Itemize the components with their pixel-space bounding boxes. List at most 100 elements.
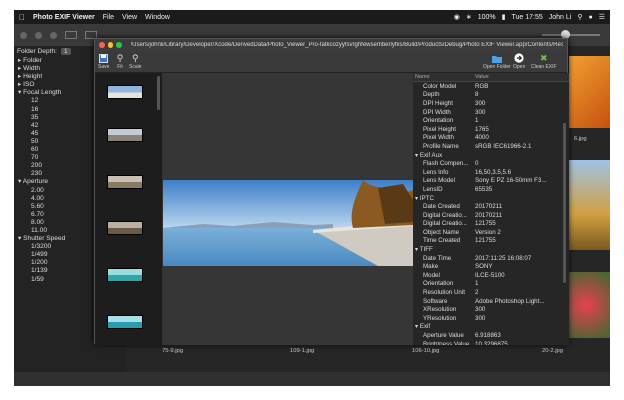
property-row[interactable]: Digital Creatio... 20170211 xyxy=(413,211,569,220)
property-name: YResolution xyxy=(413,315,473,322)
thumbnail-item[interactable] xyxy=(107,85,143,99)
property-row[interactable]: Date Time 2017:11:25 16:08:07 xyxy=(413,254,569,263)
property-group-row[interactable]: ▾ Exif xyxy=(413,323,569,332)
property-group-row[interactable]: ▾ Exif Aux xyxy=(413,151,569,160)
menu-view[interactable]: View xyxy=(122,14,137,21)
property-group-row[interactable]: ▾ IPTC xyxy=(413,194,569,203)
save-button[interactable]: Save xyxy=(98,53,109,70)
property-row[interactable]: Depth 8 xyxy=(413,91,569,100)
filter-label: 1/59 xyxy=(31,275,44,283)
battery-label[interactable]: 100% xyxy=(478,14,496,21)
close-button[interactable] xyxy=(99,42,105,48)
thumbnail-item[interactable] xyxy=(107,315,143,329)
property-name-text: Flash Compen... xyxy=(423,160,469,168)
app-menu[interactable]: Photo EXIF Viewer xyxy=(33,14,95,21)
property-name: Digital Creatio... xyxy=(413,212,473,219)
property-row[interactable]: Object Name Version 2 xyxy=(413,228,569,237)
property-row[interactable]: Model ILCE-5100 xyxy=(413,271,569,280)
preview-photo[interactable] xyxy=(163,180,413,266)
column-header-name[interactable]: Name xyxy=(413,74,473,80)
property-row[interactable]: Make SONY xyxy=(413,262,569,271)
property-name: Model xyxy=(413,272,473,279)
property-name-text: Orientation xyxy=(423,280,454,288)
lake-palace-photo xyxy=(163,180,413,266)
window-minimize-button[interactable] xyxy=(35,31,42,39)
property-row[interactable]: Software Adobe Photoshop Light... xyxy=(413,297,569,306)
apple-icon[interactable]:  xyxy=(19,13,25,22)
window-close-button[interactable] xyxy=(20,31,27,39)
window-toolbar: Save ⚲ Fit ⚲ Scale Open Folder Open ✖ Cl… xyxy=(95,51,567,73)
property-name: Resolution Unit xyxy=(413,289,473,296)
zoom-button[interactable] xyxy=(116,42,122,48)
property-name-text: DPI Height xyxy=(423,99,453,107)
property-row[interactable]: Resolution Unit 2 xyxy=(413,288,569,297)
property-row[interactable]: Date Created 20170211 xyxy=(413,202,569,211)
property-value: 1 xyxy=(475,280,479,288)
property-row[interactable]: Aperture Value 6.918863 xyxy=(413,331,569,340)
property-name: ▾ Exif xyxy=(413,323,473,330)
property-row[interactable]: Pixel Width 4000 xyxy=(413,134,569,143)
fit-button[interactable]: ⚲ Fit xyxy=(115,52,125,71)
open-button[interactable]: Open xyxy=(513,53,525,70)
magnifier-icon: ⚲ xyxy=(116,52,124,63)
battery-icon[interactable]: ▮ xyxy=(502,13,506,21)
thumbnail-image[interactable] xyxy=(562,272,610,338)
property-row[interactable]: Lens Info 16,50,3.5,5.6 xyxy=(413,168,569,177)
property-row[interactable]: DPI Width 300 xyxy=(413,108,569,117)
property-name-text: Object Name xyxy=(423,228,460,236)
thumbnail-item[interactable] xyxy=(107,221,143,235)
property-row[interactable]: Flash Compen... 0 xyxy=(413,159,569,168)
thumbnail-image[interactable] xyxy=(569,160,610,250)
property-name-text: IPTC xyxy=(419,194,434,202)
folder-icon xyxy=(491,53,502,63)
siri-icon[interactable]: ● xyxy=(588,14,592,21)
fit-label: Fit xyxy=(117,64,123,70)
thumbnail-image[interactable] xyxy=(569,56,610,128)
property-name: ▾ TIFF xyxy=(413,246,473,253)
property-row[interactable]: Lens Model Sony E PZ 16-50mm F3... xyxy=(413,177,569,186)
property-row[interactable]: Profile Name sRGB IEC61966-2.1 xyxy=(413,142,569,151)
bluetooth-icon[interactable]: ∗ xyxy=(466,13,472,21)
thumbnail-size-slider[interactable] xyxy=(542,34,600,36)
scale-button[interactable]: ⚲ Scale xyxy=(129,53,142,71)
property-row[interactable]: XResolution 300 xyxy=(413,305,569,314)
property-row[interactable]: Orientation 1 xyxy=(413,280,569,289)
clock[interactable]: Tue 17:55 xyxy=(512,14,543,21)
menu-list-icon[interactable]: ☰ xyxy=(599,13,605,21)
property-row[interactable]: Brightness Value 10.3296875 xyxy=(413,340,569,345)
window-zoom-button[interactable] xyxy=(50,31,57,39)
properties-scrollbar[interactable] xyxy=(563,123,566,283)
image-preview xyxy=(163,73,413,345)
property-name: Profile Name xyxy=(413,143,473,150)
thumbnail-scrollbar[interactable] xyxy=(157,76,160,110)
sidebar-toggle-icon[interactable] xyxy=(65,31,77,39)
property-name: DPI Height xyxy=(413,100,473,107)
clean-exif-button[interactable]: ✖ Clean EXIF xyxy=(531,53,557,71)
property-row[interactable]: Time Created 121755 xyxy=(413,237,569,246)
property-name: Aperture Value xyxy=(413,332,473,339)
property-row[interactable]: DPI Height 300 xyxy=(413,99,569,108)
menu-window[interactable]: Window xyxy=(145,14,170,21)
thumbnail-item[interactable] xyxy=(107,268,143,282)
menu-file[interactable]: File xyxy=(103,14,114,21)
property-name: Time Created xyxy=(413,237,473,244)
property-row[interactable]: Color Model RGB xyxy=(413,82,569,91)
property-name-text: Lens Info xyxy=(423,168,449,176)
thumbnail-item[interactable] xyxy=(107,128,143,142)
user-menu[interactable]: John Li xyxy=(549,14,572,21)
wifi-icon[interactable]: ◉ xyxy=(454,13,460,21)
property-row[interactable]: Pixel Height 1765 xyxy=(413,125,569,134)
arrow-right-circle-icon xyxy=(514,53,524,63)
column-header-value[interactable]: Value xyxy=(473,74,489,80)
thumbnail-strip xyxy=(95,73,163,345)
open-folder-button[interactable]: Open Folder xyxy=(483,53,511,70)
minimize-button[interactable] xyxy=(107,42,113,48)
property-row[interactable]: LensID 65535 xyxy=(413,185,569,194)
property-row[interactable]: Orientation 1 xyxy=(413,116,569,125)
search-icon[interactable]: ⚲ xyxy=(577,13,582,21)
property-group-row[interactable]: ▾ TIFF xyxy=(413,245,569,254)
property-row[interactable]: YResolution 300 xyxy=(413,314,569,323)
thumbnail-item[interactable] xyxy=(107,175,143,189)
property-row[interactable]: Digital Creatio... 121755 xyxy=(413,220,569,229)
folder-depth-stepper[interactable]: 1 xyxy=(60,48,71,55)
